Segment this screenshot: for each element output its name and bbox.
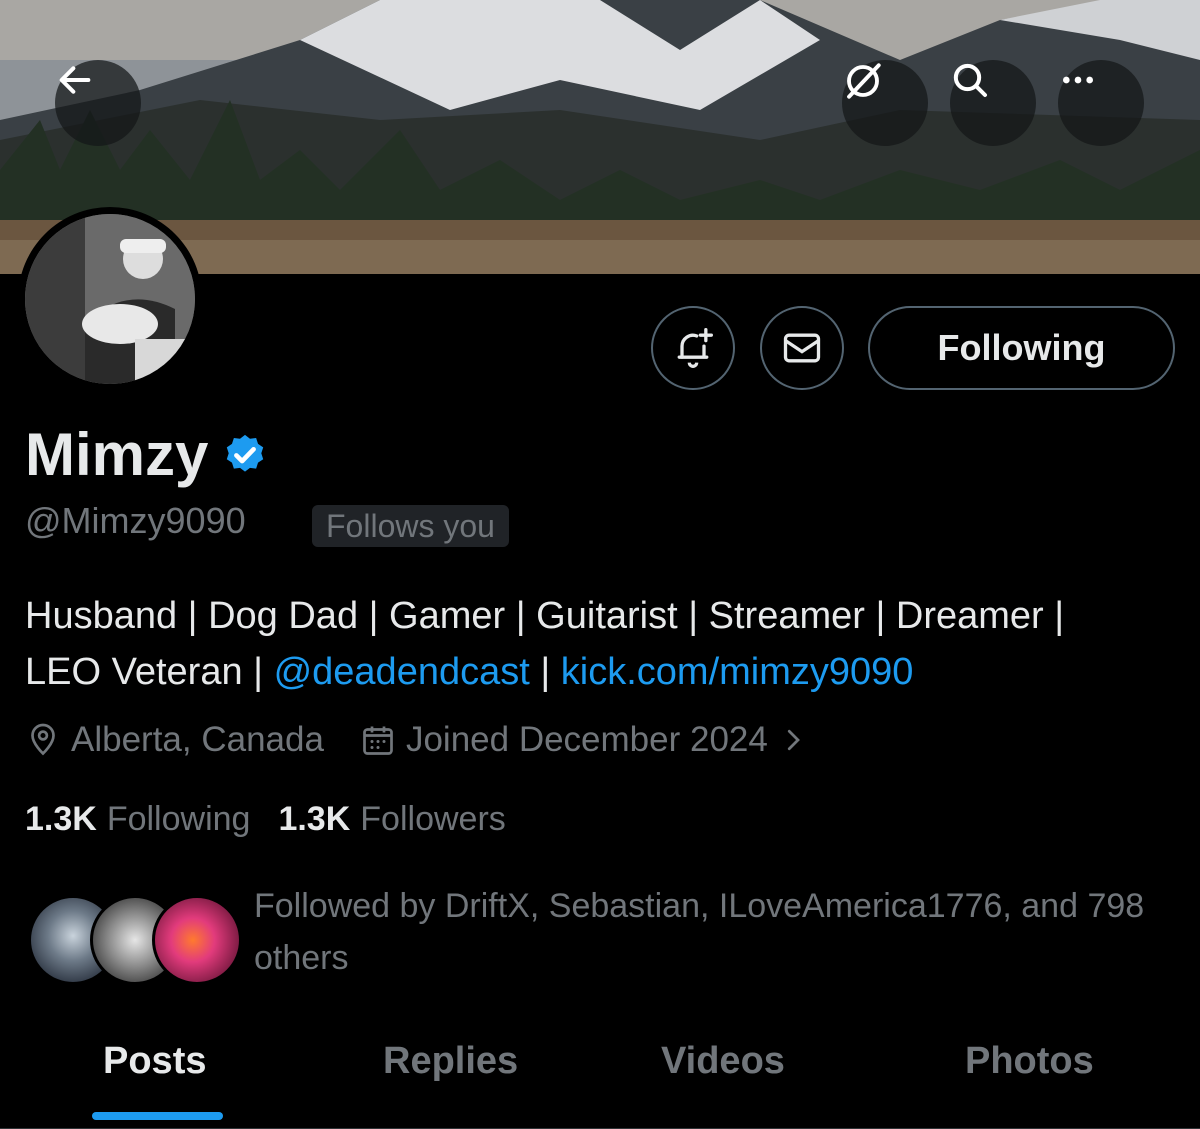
bio-website-link[interactable]: kick.com/mimzy9090 [561,651,914,693]
calendar-icon [363,726,393,755]
user-handle: @Mimzy9090 [25,500,246,541]
profile-avatar[interactable] [18,207,202,391]
follows-you-badge: Follows you [312,505,509,547]
more-button[interactable] [1058,60,1144,146]
chevron-right-icon [787,729,800,751]
follow-stats: 1.3K Following 1.3K Followers [25,800,534,839]
followers-count: 1.3K [278,800,351,838]
bio-line-1: Husband | Dog Dad | Gamer | Guitarist | … [25,595,1065,637]
bio-line-2: LEO Veteran | @deadendcast | kick.com/mi… [25,644,1175,700]
followers-stat[interactable]: 1.3K Followers [278,800,505,839]
following-stat[interactable]: 1.3K Following [25,800,250,839]
search-icon [953,63,987,97]
location: Alberta, Canada [25,720,324,760]
tab-videos[interactable]: Videos [661,1040,785,1083]
bio-text: LEO Veteran | [25,651,274,693]
location-text: Alberta, Canada [71,720,324,759]
notify-button[interactable] [651,306,735,390]
joined-date[interactable]: Joined December 2024 [360,720,808,760]
bio-mention-link[interactable]: @deadendcast [274,651,530,693]
envelope-icon [783,333,821,363]
joined-text: Joined December 2024 [405,720,768,759]
search-button[interactable] [950,60,1036,146]
tab-posts[interactable]: Posts [103,1040,206,1083]
followed-by-avatars[interactable] [28,895,242,985]
following-button[interactable]: Following [868,306,1175,390]
following-label: Following [106,800,251,838]
arrow-left-icon [59,66,91,94]
location-pin-icon [31,723,55,756]
profile-meta: Alberta, Canada Joined December 2024 [25,720,844,760]
more-horizontal-icon [1063,76,1093,84]
message-button[interactable] [760,306,844,390]
back-button[interactable] [55,60,141,146]
display-name-row: Mimzy [25,420,268,489]
bell-plus-icon [677,328,713,368]
display-name: Mimzy [25,421,209,488]
profile-bio: Husband | Dog Dad | Gamer | Guitarist | … [25,588,1175,700]
profile-banner[interactable] [0,0,1200,274]
bio-separator: | [529,651,561,693]
follower-avatar [152,895,242,985]
verified-badge-icon[interactable] [222,432,268,478]
followers-label: Followers [360,800,506,838]
following-count: 1.3K [25,800,97,838]
grok-icon [847,63,881,99]
active-tab-indicator [92,1112,223,1120]
avatar-image [25,214,195,384]
tab-replies[interactable]: Replies [383,1040,518,1083]
grok-button[interactable] [842,60,928,146]
tab-photos[interactable]: Photos [965,1040,1094,1083]
followed-by-text[interactable]: Followed by DriftX, Sebastian, ILoveAmer… [254,880,1174,984]
